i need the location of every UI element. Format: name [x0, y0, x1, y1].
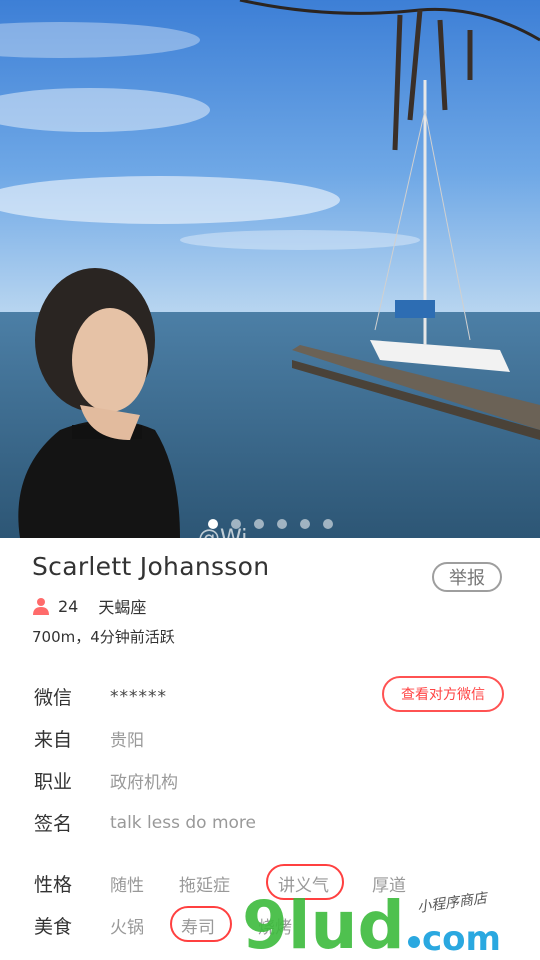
carousel-dot[interactable] [299, 519, 310, 529]
profile-meta: 24 天蝎座 [32, 594, 146, 618]
profile-zodiac: 天蝎座 [98, 598, 147, 617]
profile-age: 24 [58, 596, 79, 616]
profile-name: Scarlett Johansson [32, 552, 270, 581]
wechat-label: 微信 [34, 687, 73, 709]
carousel-indicator[interactable] [0, 519, 540, 529]
food-label: 美食 [34, 915, 73, 938]
signature-value: talk less do more [110, 812, 256, 833]
svg-text:小程序商店: 小程序商店 [416, 890, 490, 916]
personality-tag: 拖延症 [179, 875, 230, 896]
activity-status: 700m，4分钟前活跃 [32, 628, 175, 646]
personality-label: 性格 [34, 873, 73, 896]
photo-carousel[interactable]: @Wi [0, 0, 540, 538]
profile-photo [0, 0, 540, 538]
site-watermark-logo: 9lud com 小程序商店 [242, 888, 501, 958]
job-row: 职业 政府机构 [34, 767, 178, 794]
from-label: 来自 [34, 729, 73, 751]
svg-text:9lud: 9lud [242, 888, 405, 958]
view-wechat-button[interactable]: 查看对方微信 [382, 676, 504, 712]
job-value: 政府机构 [110, 773, 178, 793]
food-tag-highlighted: 寿司 [181, 917, 215, 938]
wechat-value: ****** [110, 686, 167, 707]
personality-tag: 随性 [110, 875, 144, 896]
carousel-dot[interactable] [322, 519, 333, 529]
wechat-row: 微信 ****** [34, 683, 167, 710]
signature-label: 签名 [34, 813, 73, 835]
signature-row: 签名 talk less do more [34, 809, 256, 836]
job-label: 职业 [34, 771, 73, 793]
carousel-dot[interactable] [276, 519, 287, 529]
from-value: 贵阳 [110, 731, 144, 751]
photo-watermark: @Wi [198, 526, 247, 538]
report-button[interactable]: 举报 [432, 562, 502, 592]
person-icon [33, 598, 49, 615]
from-row: 来自 贵阳 [34, 725, 144, 752]
carousel-dot[interactable] [253, 519, 264, 529]
food-tag: 火锅 [110, 917, 144, 938]
svg-text:com: com [422, 919, 501, 958]
